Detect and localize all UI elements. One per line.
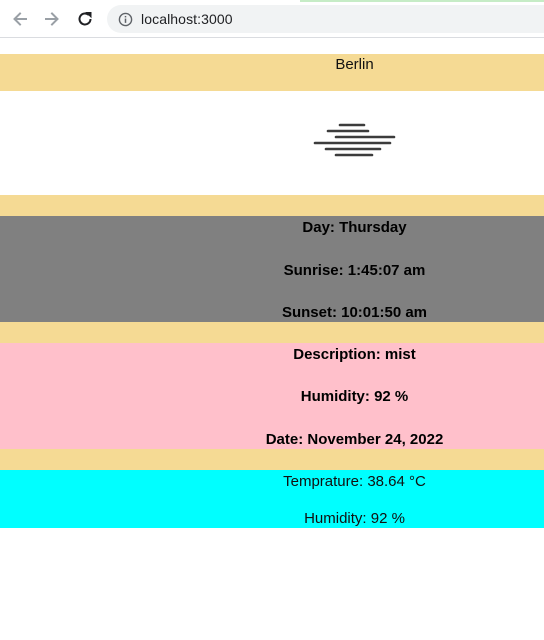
sunset-label: Sunset: 10:01:50 am bbox=[281, 304, 428, 321]
browser-toolbar: localhost:3000 bbox=[0, 0, 544, 38]
url-text: localhost:3000 bbox=[141, 11, 233, 27]
reload-icon bbox=[78, 12, 92, 26]
separator-band bbox=[0, 449, 544, 470]
weather-page: Berlin Day: Thursday Sunrise: 1:45:07 am… bbox=[0, 38, 544, 640]
city-name: Berlin bbox=[335, 56, 374, 73]
tab-strip-edge bbox=[300, 0, 544, 2]
arrow-right-icon bbox=[45, 12, 59, 26]
city-header: Berlin bbox=[0, 54, 544, 91]
description-label: Description: mist bbox=[293, 346, 416, 363]
mist-icon bbox=[313, 123, 396, 157]
separator-band bbox=[0, 322, 544, 343]
address-bar[interactable]: localhost:3000 bbox=[107, 5, 544, 33]
summary-info-box: Temprature: 38.64 °C Humidity: 92 % bbox=[0, 470, 544, 528]
humidity-label: Humidity: 92 % bbox=[300, 388, 409, 405]
temperature-label: Temprature: 38.64 °C bbox=[283, 473, 426, 490]
info-icon[interactable] bbox=[117, 11, 133, 27]
forward-button[interactable] bbox=[41, 8, 63, 30]
back-button[interactable] bbox=[9, 8, 31, 30]
arrow-left-icon bbox=[13, 12, 27, 26]
separator-band bbox=[0, 195, 544, 216]
sunrise-label: Sunrise: 1:45:07 am bbox=[283, 262, 426, 279]
day-label: Day: Thursday bbox=[302, 219, 407, 236]
date-label: Date: November 24, 2022 bbox=[265, 431, 444, 448]
day-info-box: Day: Thursday Sunrise: 1:45:07 am Sunset… bbox=[0, 216, 544, 322]
reload-button[interactable] bbox=[74, 8, 96, 30]
weather-icon-area bbox=[0, 91, 544, 195]
summary-humidity-label: Humidity: 92 % bbox=[304, 510, 405, 527]
details-info-box: Description: mist Humidity: 92 % Date: N… bbox=[0, 343, 544, 449]
